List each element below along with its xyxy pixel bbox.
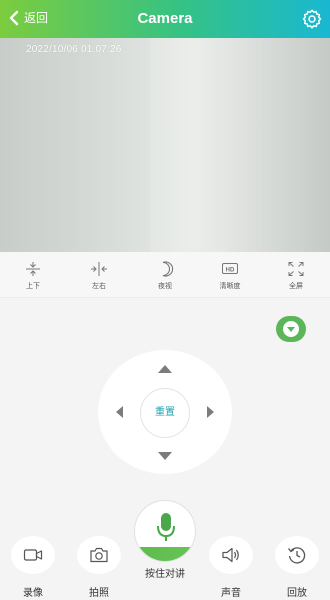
ptz-left-button[interactable] bbox=[116, 406, 123, 418]
record-button-circle bbox=[11, 536, 55, 574]
photo-label: 拍照 bbox=[89, 588, 109, 599]
chevron-down-icon bbox=[283, 321, 299, 337]
night-vision-button[interactable]: 夜视 bbox=[145, 261, 185, 291]
ptz-up-button[interactable] bbox=[158, 365, 172, 373]
video-frame-content bbox=[150, 38, 330, 252]
microphone-icon bbox=[157, 513, 175, 541]
clarity-label: 清晰度 bbox=[219, 283, 241, 290]
collapse-button[interactable] bbox=[276, 316, 306, 342]
video-camera-icon bbox=[23, 549, 43, 561]
video-timestamp: 2022/10/06 01:07:26 bbox=[26, 44, 122, 55]
hd-badge-text: HD bbox=[226, 267, 235, 273]
video-controls-bar: 上下 左右 夜视 HD 清晰度 全屏 bbox=[0, 252, 330, 298]
moon-icon bbox=[162, 261, 174, 277]
sound-button[interactable]: 声音 bbox=[206, 536, 256, 599]
talk-button-circle bbox=[134, 500, 196, 562]
fullscreen-icon bbox=[288, 262, 304, 276]
fullscreen-label: 全屏 bbox=[289, 283, 303, 290]
gear-icon bbox=[302, 9, 322, 29]
clarity-button[interactable]: HD 清晰度 bbox=[210, 261, 250, 291]
record-label: 录像 bbox=[23, 588, 43, 599]
playback-button-circle bbox=[275, 536, 319, 574]
talk-wave-decoration bbox=[135, 547, 195, 561]
fullscreen-button[interactable]: 全屏 bbox=[276, 261, 316, 291]
playback-button[interactable]: 回放 bbox=[272, 536, 322, 599]
video-feed[interactable]: 2022/10/06 01:07:26 bbox=[0, 38, 330, 252]
flip-horizontal-button[interactable]: 左右 bbox=[79, 261, 119, 291]
flip-vertical-icon bbox=[26, 262, 40, 276]
night-vision-label: 夜视 bbox=[158, 283, 172, 290]
photo-button[interactable]: 拍照 bbox=[74, 536, 124, 599]
talk-label: 按住对讲 bbox=[145, 569, 185, 580]
sound-button-circle bbox=[209, 536, 253, 574]
ptz-right-button[interactable] bbox=[207, 406, 214, 418]
history-icon bbox=[288, 547, 306, 564]
flip-horizontal-icon bbox=[91, 262, 107, 276]
photo-button-circle bbox=[77, 536, 121, 574]
ptz-direction-pad: 重置 bbox=[98, 350, 232, 474]
flip-vertical-button[interactable]: 上下 bbox=[13, 261, 53, 291]
settings-button[interactable] bbox=[302, 9, 322, 29]
ptz-reset-button[interactable]: 重置 bbox=[140, 388, 190, 438]
ptz-down-button[interactable] bbox=[158, 452, 172, 460]
hd-icon: HD bbox=[222, 263, 238, 274]
talk-button[interactable]: 按住对讲 bbox=[134, 500, 196, 580]
flip-horizontal-label: 左右 bbox=[92, 283, 106, 290]
sound-label: 声音 bbox=[221, 588, 241, 599]
top-bar: 返回 Camera bbox=[0, 0, 330, 38]
camera-icon bbox=[90, 547, 108, 563]
speaker-icon bbox=[222, 547, 239, 563]
page-title: Camera bbox=[137, 10, 193, 27]
record-button[interactable]: 录像 bbox=[8, 536, 58, 599]
flip-vertical-label: 上下 bbox=[26, 283, 40, 290]
playback-label: 回放 bbox=[287, 588, 307, 599]
